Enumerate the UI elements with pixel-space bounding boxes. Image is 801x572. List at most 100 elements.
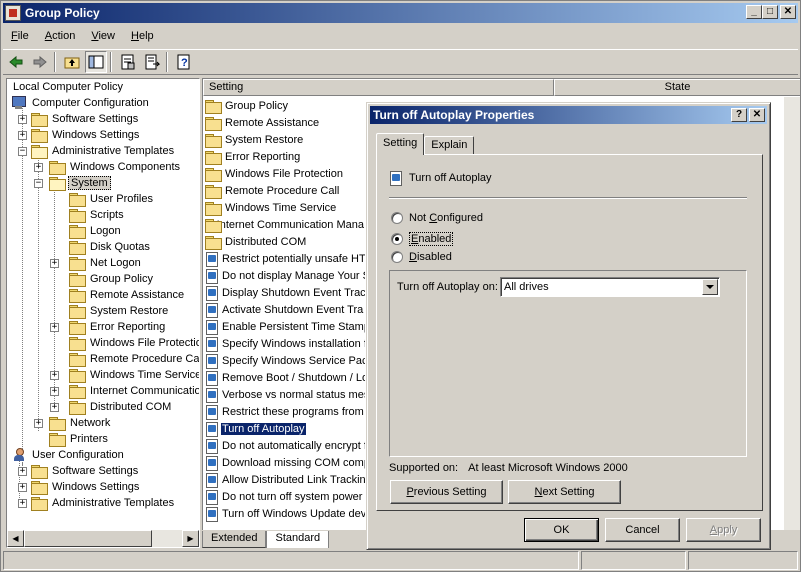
tree-item-distributed-com[interactable]: Distributed COM	[69, 399, 173, 415]
radio-button[interactable]	[391, 233, 403, 245]
list-item-setting-selected[interactable]: Turn off Autoplay	[205, 420, 365, 437]
radio-disabled[interactable]: Disabled	[391, 251, 452, 263]
expand-icon[interactable]: +	[34, 163, 43, 172]
list-item-setting[interactable]: Verbose vs normal status mes	[205, 386, 365, 403]
list-item-setting[interactable]: Enable Persistent Time Stamp	[205, 318, 365, 335]
radio-button[interactable]	[391, 212, 403, 224]
collapse-icon[interactable]: −	[34, 179, 43, 188]
forward-button[interactable]	[29, 51, 51, 73]
tree-pane[interactable]: Local Computer Policy Computer Configura…	[6, 78, 200, 548]
list-item-folder[interactable]: Remote Procedure Call	[205, 182, 365, 199]
autoplay-drives-dropdown[interactable]: All drives	[500, 277, 720, 297]
tree-horizontal-scrollbar[interactable]: ◀ ▶	[7, 530, 199, 547]
expand-icon[interactable]: +	[18, 467, 27, 476]
menu-view[interactable]: View	[83, 28, 123, 44]
tree-item-error-reporting[interactable]: Error Reporting	[69, 319, 167, 335]
list-item-folder[interactable]: Windows Time Service	[205, 199, 365, 216]
menu-help[interactable]: Help	[123, 28, 162, 44]
tree-item-system-restore[interactable]: System Restore	[69, 303, 170, 319]
tree-item-uc-administrative-templates[interactable]: Administrative Templates	[31, 495, 176, 511]
tree-item-cc-windows-settings[interactable]: Windows Settings	[31, 127, 141, 143]
radio-enabled[interactable]: Enabled	[391, 232, 454, 246]
radio-not-configured[interactable]: Not Configured	[391, 212, 483, 224]
tree-item-uc-software-settings[interactable]: Software Settings	[31, 463, 140, 479]
tree-item-net-logon[interactable]: Net Logon	[69, 255, 143, 271]
list-item-folder[interactable]: Group Policy	[205, 97, 365, 114]
list-item-folder[interactable]: Windows File Protection	[205, 165, 365, 182]
list-item-setting[interactable]: Restrict these programs from	[205, 403, 365, 420]
tab-extended[interactable]: Extended	[202, 531, 267, 548]
tree-item-system[interactable]: System	[49, 175, 111, 191]
list-item-setting[interactable]: Allow Distributed Link Tracking	[205, 471, 365, 488]
tree-item-remote-procedure-call[interactable]: Remote Procedure Call	[69, 351, 199, 367]
column-header-setting[interactable]: Setting	[203, 79, 554, 96]
expand-icon[interactable]: +	[50, 259, 59, 268]
next-setting-button[interactable]: Next Setting	[508, 480, 621, 504]
export-list-button[interactable]	[141, 51, 163, 73]
dialog-close-button[interactable]: ✕	[749, 108, 765, 122]
tree-item-internet-communication[interactable]: Internet Communicatio	[69, 383, 199, 399]
tree-item-cc-administrative-templates[interactable]: Administrative Templates	[31, 143, 176, 159]
expand-icon[interactable]: +	[50, 387, 59, 396]
expand-icon[interactable]: +	[18, 483, 27, 492]
tree-item-disk-quotas[interactable]: Disk Quotas	[69, 239, 152, 255]
list-item-setting[interactable]: Remove Boot / Shutdown / Lo	[205, 369, 365, 386]
list-vertical-scrollbar[interactable]	[784, 97, 800, 530]
list-item-setting[interactable]: Turn off Windows Update dev	[205, 505, 365, 522]
tree-item-windows-file-protection[interactable]: Windows File Protectio	[69, 335, 199, 351]
list-item-folder[interactable]: System Restore	[205, 131, 365, 148]
tree-item-uc-windows-settings[interactable]: Windows Settings	[31, 479, 141, 495]
list-item-folder[interactable]: Distributed COM	[205, 233, 365, 250]
cancel-button[interactable]: Cancel	[605, 518, 680, 542]
menu-action[interactable]: Action	[37, 28, 84, 44]
list-item-setting[interactable]: Download missing COM compo	[205, 454, 365, 471]
radio-button[interactable]	[391, 251, 403, 263]
tab-standard[interactable]: Standard	[266, 531, 330, 548]
close-button[interactable]: ✕	[780, 5, 796, 19]
list-item-folder[interactable]: Error Reporting	[205, 148, 365, 165]
expand-icon[interactable]: +	[50, 403, 59, 412]
list-item-setting[interactable]: Specify Windows installation f	[205, 335, 365, 352]
tree-item-windows-components[interactable]: Windows Components	[49, 159, 182, 175]
tree-item-user-configuration[interactable]: User Configuration	[11, 447, 126, 463]
tree-item-user-profiles[interactable]: User Profiles	[69, 191, 155, 207]
apply-button[interactable]: Apply	[686, 518, 761, 542]
previous-setting-button[interactable]: Previous Setting	[390, 480, 503, 504]
expand-icon[interactable]: +	[50, 323, 59, 332]
expand-icon[interactable]: +	[34, 419, 43, 428]
list-item-setting[interactable]: Display Shutdown Event Track	[205, 284, 365, 301]
list-item-folder[interactable]: Internet Communication Mana	[205, 216, 365, 233]
menu-file[interactable]: File	[3, 28, 37, 44]
scroll-thumb[interactable]	[24, 530, 152, 547]
collapse-icon[interactable]: −	[18, 147, 27, 156]
show-hide-tree-button[interactable]	[85, 51, 107, 73]
scroll-left-button[interactable]: ◀	[7, 530, 24, 547]
expand-icon[interactable]: +	[18, 131, 27, 140]
list-item-setting[interactable]: Do not turn off system power	[205, 488, 365, 505]
expand-icon[interactable]: +	[18, 499, 27, 508]
dialog-help-button[interactable]: ?	[731, 108, 747, 122]
dropdown-button[interactable]	[702, 279, 718, 295]
tree-item-printers[interactable]: Printers	[49, 431, 110, 447]
list-item-folder[interactable]: Remote Assistance	[205, 114, 365, 131]
ok-button[interactable]: OK	[524, 518, 599, 542]
properties-button[interactable]	[117, 51, 139, 73]
list-item-setting[interactable]: Restrict potentially unsafe HT	[205, 250, 365, 267]
list-item-setting[interactable]: Do not automatically encrypt f	[205, 437, 365, 454]
tree-item-windows-time-service[interactable]: Windows Time Service	[69, 367, 199, 383]
column-header-state[interactable]: State	[554, 79, 800, 96]
tree-item-remote-assistance[interactable]: Remote Assistance	[69, 287, 186, 303]
tree-item-local-computer-policy[interactable]: Local Computer Policy	[11, 79, 125, 95]
list-item-setting[interactable]: Activate Shutdown Event Tra	[205, 301, 365, 318]
tab-setting[interactable]: Setting	[376, 133, 425, 155]
tab-explain[interactable]: Explain	[424, 136, 475, 155]
tree-item-network[interactable]: Network	[49, 415, 112, 431]
tree-item-computer-configuration[interactable]: Computer Configuration	[11, 95, 151, 111]
expand-icon[interactable]: +	[50, 371, 59, 380]
scroll-right-button[interactable]: ▶	[182, 530, 199, 547]
tree-item-logon[interactable]: Logon	[69, 223, 123, 239]
minimize-button[interactable]: _	[746, 5, 762, 19]
up-one-level-button[interactable]	[61, 51, 83, 73]
tree-item-cc-software-settings[interactable]: Software Settings	[31, 111, 140, 127]
list-item-setting[interactable]: Specify Windows Service Pack	[205, 352, 365, 369]
